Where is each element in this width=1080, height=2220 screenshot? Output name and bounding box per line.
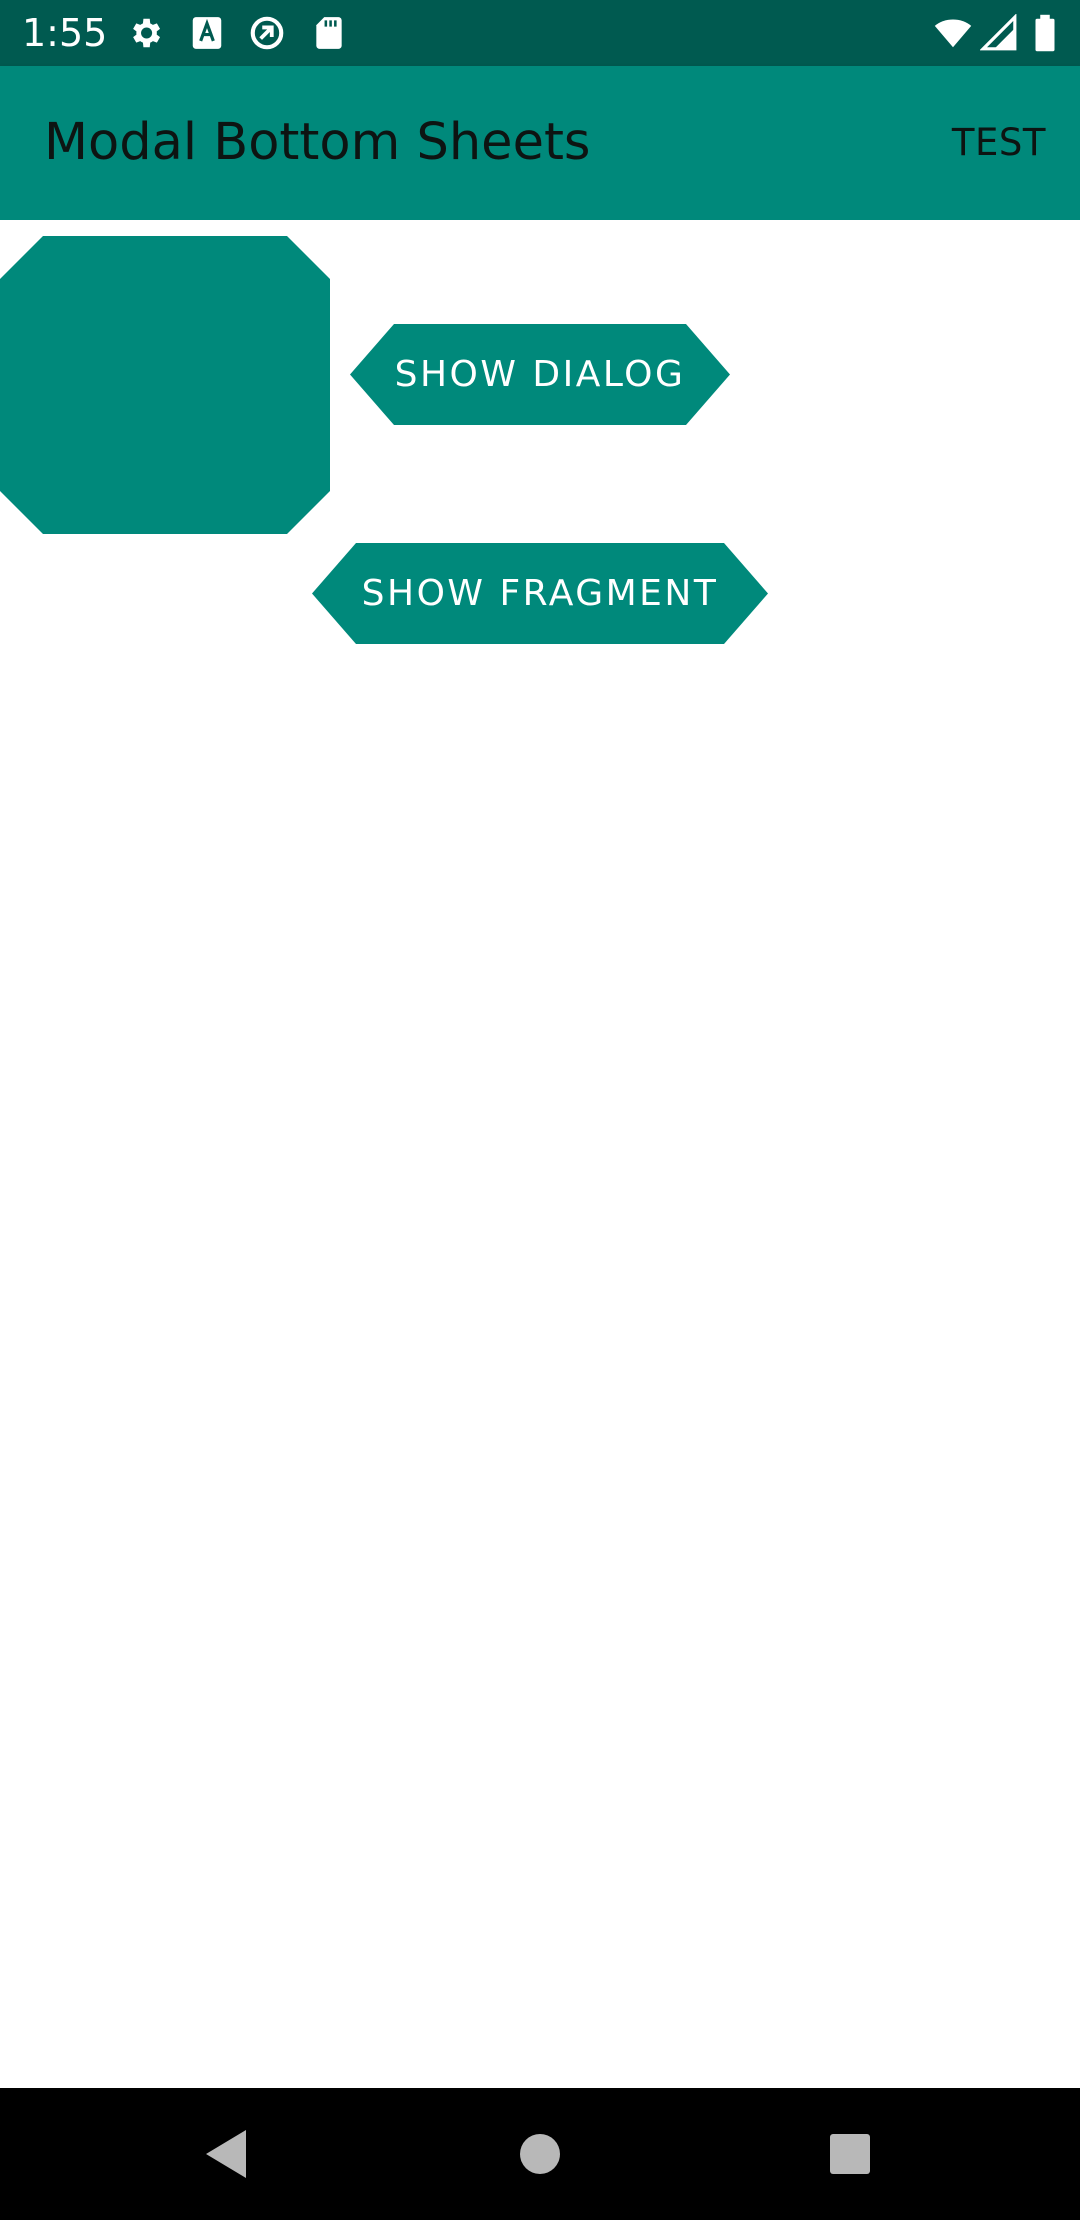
main-content: SHOW DIALOG SHOW FRAGMENT: [0, 220, 1080, 2088]
app-title: Modal Bottom Sheets: [44, 113, 591, 172]
sd-card-icon: [310, 14, 348, 52]
recents-icon[interactable]: [810, 2114, 890, 2194]
settings-icon: [126, 14, 164, 52]
back-icon[interactable]: [186, 2114, 266, 2194]
navigation-bar: [0, 2088, 1080, 2220]
show-fragment-button[interactable]: SHOW FRAGMENT: [312, 543, 768, 644]
test-action-button[interactable]: TEST: [952, 118, 1046, 168]
status-time: 1:55: [22, 11, 108, 55]
show-dialog-button[interactable]: SHOW DIALOG: [350, 324, 730, 425]
battery-icon: [1030, 14, 1060, 52]
home-icon[interactable]: [500, 2114, 580, 2194]
cell-signal-icon: [980, 14, 1018, 52]
octagon-shape: [0, 236, 330, 534]
wifi-icon: [934, 14, 972, 52]
screen: 1:55 Modal Bottom Sheets TEST SHOW DIALO…: [0, 0, 1080, 2220]
text-a-icon: [188, 14, 226, 52]
app-bar: Modal Bottom Sheets TEST: [0, 66, 1080, 220]
sync-icon: [248, 14, 286, 52]
status-bar: 1:55: [0, 0, 1080, 66]
